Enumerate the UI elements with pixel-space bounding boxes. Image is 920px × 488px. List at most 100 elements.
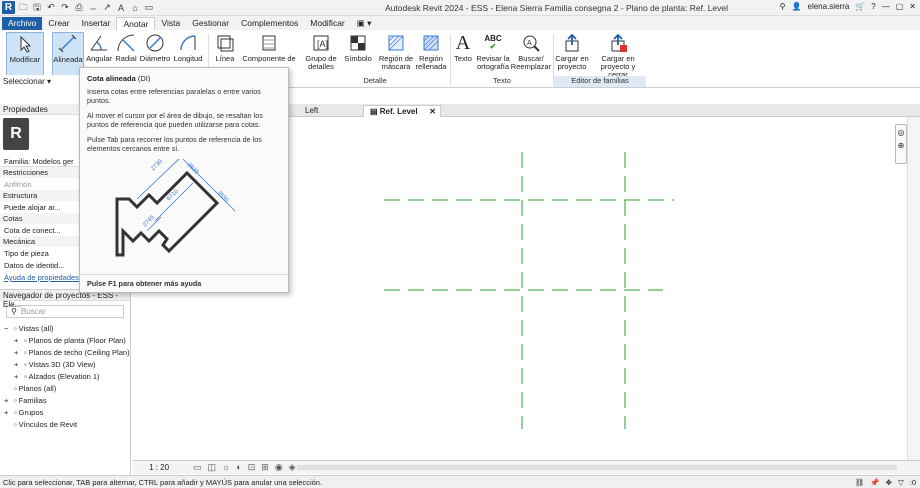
grupo-detalles-button[interactable]: [A] Grupo de detalles — [304, 32, 338, 71]
tab-ref-level-view[interactable]: ▤ Ref. Level ✕ — [363, 105, 441, 117]
user-icon[interactable]: 👤 — [792, 2, 802, 11]
reveal-hidden-icon[interactable]: ◈ — [289, 462, 296, 473]
show-crop-icon[interactable]: ⊞ — [261, 462, 269, 473]
open-icon[interactable]: 🗀 — [17, 1, 29, 14]
region-rellenada-button[interactable]: Región rellenada — [414, 32, 448, 71]
crop-view-icon[interactable]: ⊡ — [248, 462, 256, 473]
tree-toggle-icon[interactable]: + — [14, 372, 22, 381]
modificar-button[interactable]: Modificar — [6, 32, 44, 76]
tree-item-label: Vistas 3D (3D View) — [28, 359, 96, 369]
browser-tree: − ▫ Vistas (all) + ▫ Planos de planta (Floor … — [0, 322, 130, 430]
visual-style-icon[interactable]: ◫ — [208, 462, 217, 473]
cursor-icon — [14, 33, 36, 55]
binoculars-icon[interactable]: ⚲ — [780, 2, 786, 11]
tab-archivo[interactable]: Archivo — [2, 17, 43, 30]
tab-complementos[interactable]: Complementos — [235, 17, 304, 30]
view-scale[interactable]: 1 : 20 — [149, 463, 169, 472]
region-rellenada-label: Región rellenada — [415, 54, 447, 71]
region-mascara-button[interactable]: Región de máscara — [378, 32, 414, 71]
horizontal-scrollbar[interactable] — [297, 465, 897, 470]
home-icon[interactable]: ⌂ — [129, 1, 141, 14]
browser-tree-item[interactable]: ▫ Vínculos de Revit — [4, 418, 130, 430]
tree-toggle-icon[interactable]: + — [4, 396, 12, 405]
linea-button[interactable]: Línea — [212, 32, 238, 63]
save-icon[interactable]: 🖫 — [31, 1, 43, 14]
browser-search-input[interactable]: ⚲ Buscar — [6, 305, 124, 318]
buscar-reemplazar-button[interactable]: A Buscar/ Reemplazar — [510, 32, 552, 71]
tree-toggle-icon[interactable]: + — [14, 348, 22, 357]
panel-detalle-label: Detalle — [363, 76, 387, 85]
select-links-icon[interactable]: ⛓ — [855, 478, 865, 487]
help-icon[interactable]: ? — [871, 2, 875, 11]
tree-toggle-icon[interactable]: + — [14, 360, 22, 369]
tab-modificar[interactable]: Modificar — [304, 17, 350, 30]
minimize-icon[interactable]: — — [882, 2, 890, 11]
undo-icon[interactable]: ↶ — [45, 1, 57, 14]
texto-button[interactable]: A Texto — [452, 32, 474, 63]
browser-tree-item[interactable]: + ▫ Familias — [4, 394, 130, 406]
diametro-button[interactable]: Diámetro — [138, 32, 172, 63]
revit-logo[interactable]: R — [2, 1, 15, 14]
tree-toggle-icon[interactable]: − — [4, 324, 12, 333]
longitud-button[interactable]: Longitud — [172, 32, 204, 63]
redo-icon[interactable]: ↷ — [59, 1, 71, 14]
vertical-scrollbar[interactable] — [907, 117, 920, 460]
tab-insertar[interactable]: Insertar — [76, 17, 117, 30]
browser-tree-item[interactable]: + ▫ Grupos — [4, 406, 130, 418]
browser-tree-item[interactable]: ▫ Planos (all) — [4, 382, 130, 394]
drag-elements-icon[interactable]: ✥ — [886, 478, 892, 487]
load-and-close-icon — [607, 32, 629, 54]
tab-vista[interactable]: Vista — [155, 17, 186, 30]
cart-icon[interactable]: 🛒 — [855, 2, 865, 11]
radial-dimension-icon — [115, 32, 137, 54]
tooltip: Cota alineada (DI) Inserta cotas entre r… — [79, 67, 289, 293]
angular-button[interactable]: Angular — [86, 32, 112, 63]
maximize-icon[interactable]: ▢ — [896, 2, 904, 11]
detail-component-icon — [258, 32, 280, 54]
tab-gestionar[interactable]: Gestionar — [186, 17, 235, 30]
tree-toggle-icon[interactable]: + — [4, 408, 12, 417]
angular-label: Angular — [86, 54, 112, 63]
detail-level-icon[interactable]: ▭ — [193, 462, 202, 473]
browser-tree-item[interactable]: − ▫ Vistas (all) — [4, 322, 130, 334]
browser-tree-item[interactable]: + ▫ Vistas 3D (3D View) — [4, 358, 130, 370]
tooltip-illustration: 2730 3530 6710 2745 3530 — [115, 156, 236, 257]
text-icon[interactable]: A — [115, 1, 127, 14]
tree-toggle-icon[interactable]: + — [14, 336, 22, 345]
browser-tree-item[interactable]: + ▫ Planos de planta (Floor Plan) — [4, 334, 130, 346]
tree-item-label: Vistas (all) — [18, 323, 54, 333]
status-text: Clic para seleccionar, TAB para alternar… — [3, 478, 323, 487]
tooltip-dim-1: 2730 — [150, 159, 164, 172]
tab-anotar[interactable]: Anotar — [116, 17, 156, 30]
filter-icon[interactable]: ▽ — [898, 478, 904, 487]
cargar-cerrar-button[interactable]: Cargar en proyecto y cerrar — [590, 32, 646, 79]
tab-left-view[interactable]: Left — [299, 105, 324, 117]
dimension-icon[interactable]: ↗ — [101, 1, 113, 14]
property-label: Puede alojar ar... — [4, 203, 61, 212]
cargar-proyecto-button[interactable]: Cargar en proyecto — [554, 32, 590, 71]
close-tab-icon[interactable]: ✕ — [429, 107, 436, 116]
componente-button[interactable]: Componente de — [240, 32, 298, 63]
select-pinned-icon[interactable]: 📌 — [870, 478, 879, 487]
simbolo-button[interactable]: Símbolo — [342, 32, 374, 63]
sun-path-icon[interactable]: ☼ — [222, 462, 230, 473]
radial-button[interactable]: Radial — [114, 32, 138, 63]
tab-crear[interactable]: Crear — [42, 17, 75, 30]
measure-icon[interactable]: ⇔ — [87, 1, 99, 14]
temporary-hide-icon[interactable]: ◉ — [275, 462, 283, 473]
project-browser: Navegador de proyectos - ESS - Ele... ⚲ … — [0, 289, 131, 475]
shadows-icon[interactable]: ◐ — [236, 462, 241, 473]
tree-node-icon: ▫ — [24, 371, 27, 381]
switch-windows-icon[interactable]: ▭ — [143, 1, 155, 14]
seleccionar-dropdown[interactable]: Seleccionar ▾ — [0, 75, 80, 88]
zoom-icon[interactable]: ⊕ — [896, 141, 906, 150]
steering-wheel-icon[interactable]: ◎ — [896, 128, 906, 137]
navigation-bar[interactable]: ◎ ⊕ — [895, 124, 907, 164]
tab-contextual[interactable]: ▣ ▾ — [351, 17, 378, 30]
browser-tree-item[interactable]: + ▫ Alzados (Elevation 1) — [4, 370, 130, 382]
browser-tree-item[interactable]: + ▫ Planos de techo (Ceiling Plan) — [4, 346, 130, 358]
close-icon[interactable]: ✕ — [909, 2, 916, 11]
print-icon[interactable]: ⎙ — [73, 1, 85, 14]
revisar-ortografia-button[interactable]: ABC ✔ Revisar la ortografía — [474, 32, 512, 71]
user-name[interactable]: elena.sierra — [808, 2, 850, 11]
